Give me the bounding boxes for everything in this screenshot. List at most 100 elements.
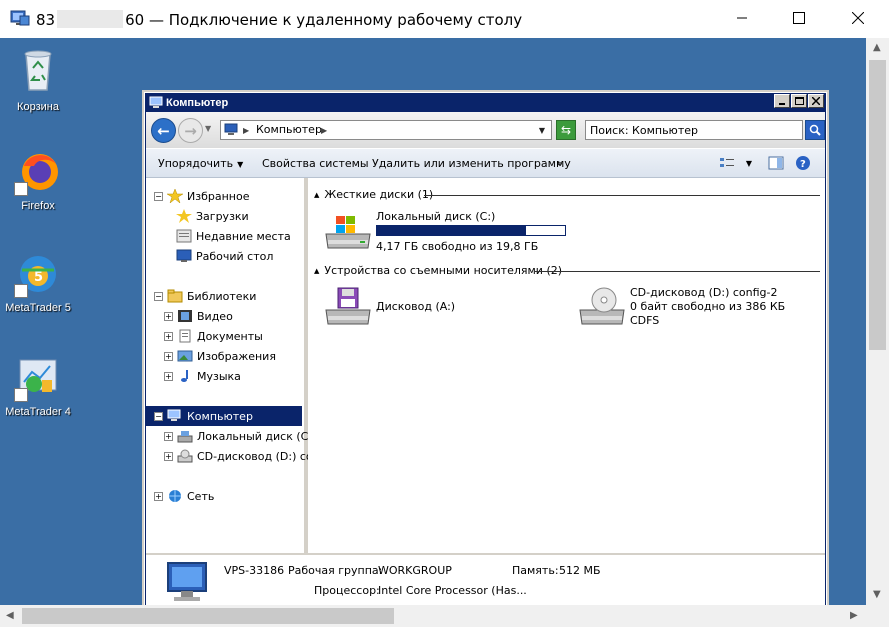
expand-icon[interactable]: + (164, 371, 173, 381)
expand-icon[interactable]: + (154, 491, 163, 501)
explorer-maximize-button[interactable] (791, 94, 807, 108)
view-dropdown-button[interactable]: ▼ (740, 155, 758, 171)
drive-free-space: 0 байт свободно из 386 КБ (630, 300, 786, 313)
desktop-icon-label: Корзина (17, 101, 59, 113)
uninstall-program-button[interactable]: Удалить или изменить программу (372, 157, 571, 170)
nav-item-recent-places[interactable]: Недавние места (176, 226, 291, 246)
cpu-label: Процессор: (314, 584, 380, 597)
organize-label: Упорядочить (158, 157, 234, 170)
desktop-icon-recycle-bin[interactable]: Корзина (0, 46, 76, 113)
shortcut-arrow-icon (14, 182, 28, 196)
desktop-icon-firefox[interactable]: Firefox (0, 148, 76, 212)
nav-item-desktop[interactable]: Рабочий стол (176, 246, 273, 266)
scroll-down-icon[interactable]: ▼ (873, 589, 881, 600)
forward-button[interactable]: → (178, 118, 203, 143)
nav-item-cd-drive[interactable]: + CD-дисковод (D:) cor (164, 446, 317, 466)
horizontal-scrollbar[interactable]: ◀ ▶ (0, 605, 866, 627)
back-button[interactable]: ← (151, 118, 176, 143)
nav-item-computer[interactable]: − Компьютер (146, 406, 302, 426)
desktop-icon-metatrader4[interactable]: MetaTrader 4 (0, 354, 76, 418)
command-bar: Упорядочить ▼ Свойства системы Удалить ил… (146, 148, 825, 178)
breadcrumb-computer[interactable]: Компьютер (256, 123, 322, 136)
arrow-right-icon: → (184, 121, 197, 140)
disk-usage-bar (376, 225, 566, 236)
nav-item-local-disk[interactable]: + Локальный диск (C:) (164, 426, 316, 446)
scroll-left-icon[interactable]: ◀ (6, 610, 14, 621)
vertical-scrollbar[interactable]: ▲ ▼ (866, 38, 889, 605)
minimize-button[interactable] (719, 0, 765, 36)
group-header-hard-disks[interactable]: ▲ Жесткие диски (1) (314, 188, 433, 201)
computer-icon (167, 409, 181, 421)
expand-icon[interactable]: + (164, 431, 173, 441)
address-dropdown-icon[interactable]: ▼ (539, 126, 545, 135)
nav-item-documents[interactable]: + Документы (164, 326, 263, 346)
maximize-button[interactable] (776, 0, 822, 36)
group-divider (424, 195, 820, 196)
recent-pages-dropdown[interactable]: ▼ (205, 124, 215, 136)
collapse-triangle-icon[interactable]: ▲ (314, 191, 319, 199)
nav-item-video[interactable]: + Видео (164, 306, 233, 326)
help-button[interactable]: ? (794, 155, 812, 171)
search-icon (809, 124, 821, 136)
navigation-pane[interactable]: − Избранное Загрузки Недавние места Рабо… (146, 178, 317, 605)
collapse-icon[interactable]: − (154, 191, 163, 201)
collapse-icon[interactable]: − (154, 291, 163, 301)
nav-item-network[interactable]: + Сеть (154, 486, 214, 506)
collapse-icon[interactable]: − (154, 411, 163, 421)
scrollbar-corner (866, 605, 889, 627)
address-toolbar: ← → ▼ ▶ Компьютер ▶ ▼ ⇆ Поиск: Компьютер (146, 112, 825, 148)
desktop-icon-label: Firefox (21, 200, 55, 212)
explorer-minimize-button[interactable] (774, 94, 790, 108)
close-button[interactable] (835, 0, 881, 36)
images-icon (177, 350, 193, 362)
nav-item-downloads[interactable]: Загрузки (176, 206, 249, 226)
desktop-icon (176, 249, 192, 262)
recycle-bin-icon (24, 50, 52, 91)
nav-label: Изображения (197, 349, 276, 363)
search-input[interactable]: Поиск: Компьютер (585, 120, 803, 140)
drive-cd-d[interactable]: CD-дисковод (D:) config-2 0 байт свободн… (578, 286, 818, 334)
remote-desktop[interactable]: Корзина Firefox 5 MetaTrader 5 MetaTrade… (0, 38, 866, 605)
nav-item-images[interactable]: + Изображения (164, 346, 276, 366)
nav-label: Рабочий стол (196, 249, 274, 263)
drive-filesystem: CDFS (630, 314, 660, 327)
expand-icon[interactable]: + (164, 351, 173, 361)
nav-item-favorites[interactable]: − Избранное (154, 186, 249, 206)
search-button[interactable] (805, 120, 825, 140)
view-options-button[interactable] (718, 155, 736, 171)
content-pane[interactable]: ▲ Жесткие диски (1) Локальный диск (C:) (308, 178, 825, 553)
nav-label: Локальный диск (C:) (197, 429, 317, 443)
drive-name: CD-дисковод (D:) config-2 (630, 286, 778, 299)
vertical-scroll-thumb[interactable] (869, 60, 886, 350)
scroll-up-icon[interactable]: ▲ (873, 42, 881, 53)
expand-icon[interactable]: + (164, 331, 173, 341)
system-properties-button[interactable]: Свойства системы (262, 157, 369, 170)
workgroup-value: WORKGROUP (378, 564, 452, 577)
expand-icon[interactable]: + (164, 311, 173, 321)
scroll-right-icon[interactable]: ▶ (850, 610, 858, 621)
svg-text:5: 5 (34, 270, 43, 285)
address-bar[interactable]: ▶ Компьютер ▶ ▼ (220, 120, 552, 140)
nav-label: Сеть (187, 489, 215, 503)
desktop-icon-metatrader5[interactable]: 5 MetaTrader 5 (0, 250, 76, 314)
group-header-removable[interactable]: ▲ Устройства со съемными носителями (2) (314, 264, 562, 277)
refresh-button[interactable]: ⇆ (556, 120, 576, 140)
firefox-icon (14, 148, 62, 196)
cd-drive-icon (579, 287, 625, 325)
explorer-window[interactable]: Компьютер ← → ▼ ▶ Компьютер ▶ ▼ ⇆ Поиск:… (142, 90, 829, 605)
explorer-close-button[interactable] (808, 94, 824, 108)
nav-item-libraries[interactable]: − Библиотеки (154, 286, 256, 306)
organize-button[interactable]: Упорядочить ▼ (158, 157, 243, 170)
more-commands-button[interactable]: » (556, 157, 563, 170)
explorer-title-bar[interactable]: Компьютер (146, 94, 825, 112)
preview-pane-button[interactable] (767, 155, 785, 171)
view-details-icon (720, 158, 734, 167)
expand-icon[interactable]: + (164, 451, 173, 461)
breadcrumb-chevron-icon[interactable]: ▶ (243, 126, 249, 135)
nav-item-music[interactable]: + Музыка (164, 366, 241, 386)
drive-floppy-a[interactable]: Дисковод (A:) (324, 286, 524, 334)
breadcrumb-chevron-icon[interactable]: ▶ (321, 126, 327, 135)
collapse-triangle-icon[interactable]: ▲ (314, 267, 319, 275)
horizontal-scroll-thumb[interactable] (22, 608, 394, 624)
drive-local-c[interactable]: Локальный диск (C:) 4,17 ГБ свободно из … (324, 210, 574, 258)
